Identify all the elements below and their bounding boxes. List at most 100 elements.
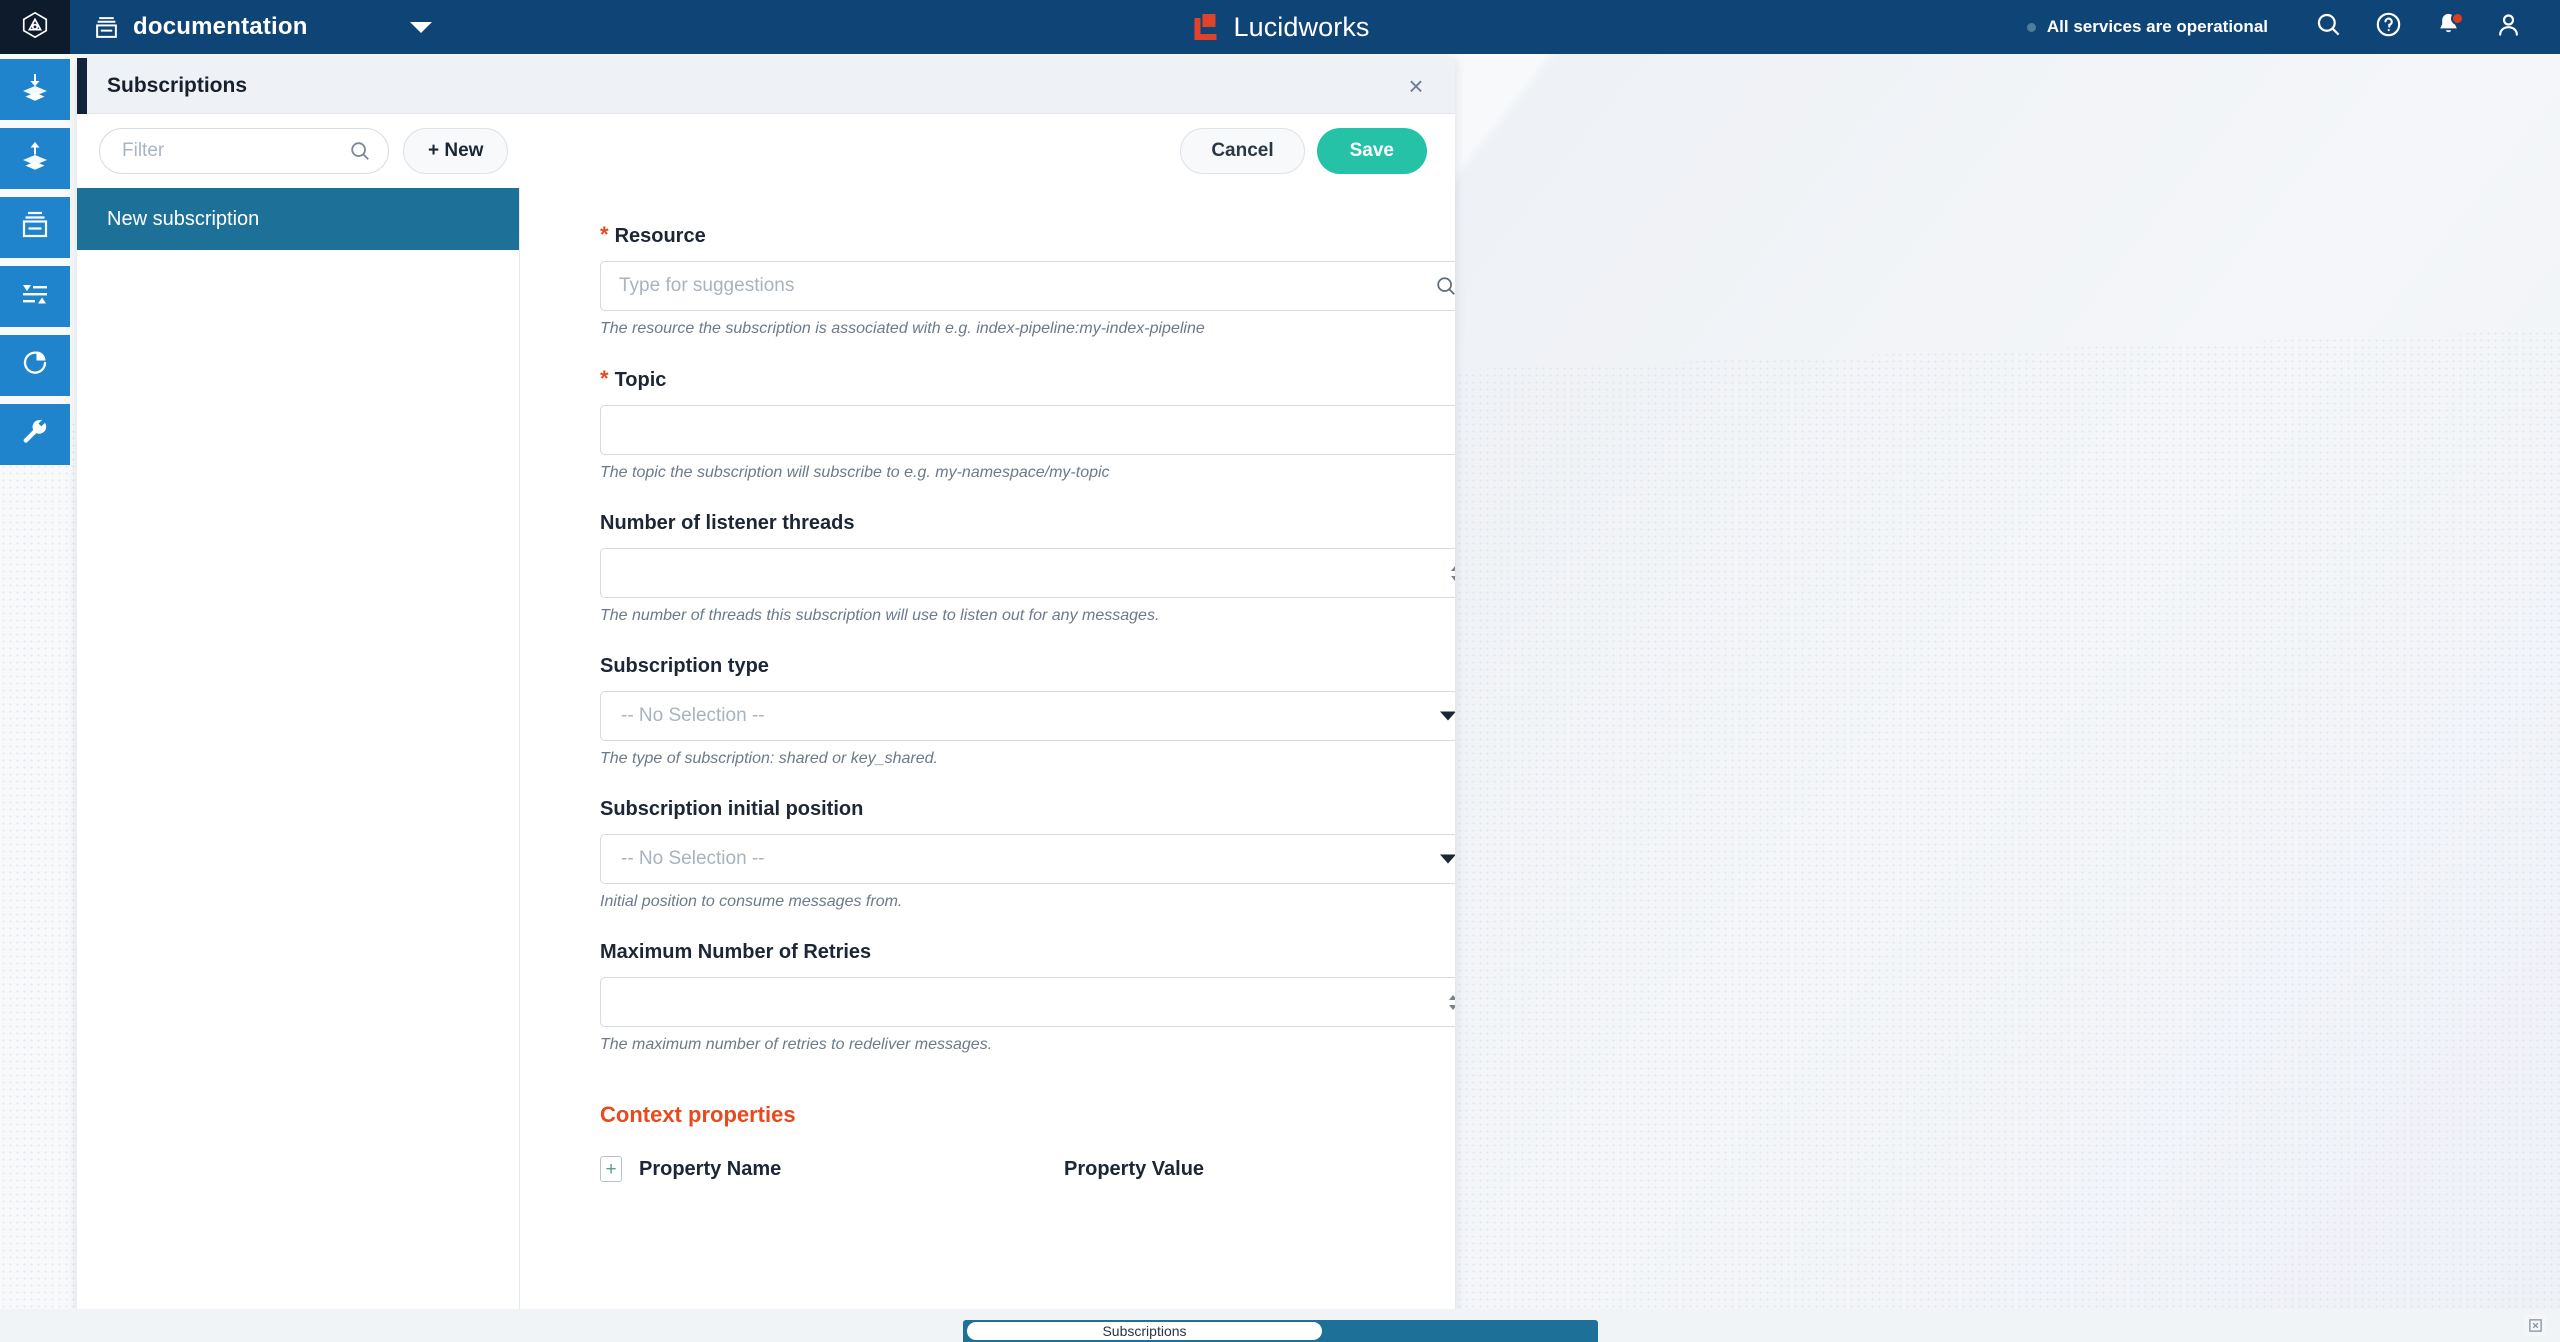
topic-input[interactable]	[600, 405, 1455, 455]
field-initial-position-help: Initial position to consume messages fro…	[600, 893, 903, 910]
field-label-text: Topic	[614, 369, 667, 391]
notifications-button[interactable]	[2418, 0, 2478, 54]
field-topic-label: * Topic	[600, 368, 1455, 392]
field-topic: * Topic The topic the subscription will …	[600, 368, 1455, 482]
system-tools-icon	[19, 416, 51, 453]
left-nav-rail	[0, 54, 70, 1342]
filter-input[interactable]	[99, 128, 389, 174]
panel-toolbar-actions: Cancel Save	[1180, 128, 1427, 174]
initial-position-select-wrap: -- No Selection --	[600, 834, 1455, 884]
taskbar: Subscriptions	[0, 1309, 2560, 1342]
taskbar-item-subscriptions[interactable]: Subscriptions	[967, 1322, 1322, 1340]
panel-toolbar: + New Cancel Save	[77, 114, 1455, 188]
panel-body: New subscription * Resource Type for sug…	[77, 188, 1455, 1311]
field-label-text: Subscription type	[600, 655, 769, 677]
initial-position-select[interactable]: -- No Selection --	[600, 834, 1455, 884]
topic-input-wrap	[600, 405, 1455, 455]
indexing-icon	[19, 71, 51, 108]
field-resource-label: * Resource	[600, 224, 1455, 248]
required-marker: *	[600, 366, 609, 391]
brand-name: Lucidworks	[1233, 11, 1370, 42]
field-initial-position: Subscription initial position -- No Sele…	[600, 798, 1455, 911]
status-text: All services are operational	[2046, 17, 2268, 36]
fusion-logo-tile[interactable]	[0, 0, 70, 54]
context-properties-header: + Property Name Property Value	[600, 1156, 1455, 1182]
notification-badge-icon	[2451, 12, 2464, 25]
field-resource-help: The resource the subscription is associa…	[600, 320, 1205, 337]
top-header-actions: All services are operational	[2026, 0, 2560, 54]
sidebar-item-relevance[interactable]	[0, 266, 70, 327]
status-dot-icon	[2026, 22, 2036, 32]
sidebar-item-querying[interactable]	[0, 128, 70, 189]
field-label-text: Number of listener threads	[600, 512, 855, 534]
top-header-bar: documentation Lucidworks All services ar…	[0, 0, 2560, 54]
service-status: All services are operational	[2026, 17, 2268, 37]
field-initial-position-label: Subscription initial position	[600, 798, 1455, 821]
help-icon	[2375, 11, 2402, 43]
listener-threads-input-wrap	[600, 548, 1455, 598]
context-properties-title: Context properties	[600, 1102, 796, 1127]
field-listener-threads: Number of listener threads The number of…	[600, 512, 1455, 625]
taskbar-window-strip: Subscriptions	[963, 1320, 1598, 1342]
subscriptions-panel: Subscriptions × + New Cancel Save New su…	[77, 58, 1455, 1311]
analytics-icon	[19, 347, 51, 384]
resource-input[interactable]	[600, 261, 1455, 311]
field-listener-threads-help: The number of threads this subscription …	[600, 607, 1160, 624]
listener-threads-input[interactable]	[600, 548, 1455, 598]
number-stepper-icon[interactable]	[1447, 989, 1455, 1015]
relevance-icon	[19, 278, 51, 315]
field-subscription-type-help: The type of subscription: shared or key_…	[600, 750, 938, 767]
field-resource: * Resource The resource the subscription…	[600, 224, 1455, 338]
lucidworks-mark-icon	[1190, 12, 1220, 42]
app-switcher[interactable]: documentation	[70, 0, 450, 54]
resource-input-wrap	[600, 261, 1455, 311]
field-listener-threads-label: Number of listener threads	[600, 512, 1455, 535]
panel-accent-bar	[77, 58, 87, 114]
field-label-text: Subscription initial position	[600, 798, 864, 820]
page-title: Subscriptions	[107, 73, 248, 97]
brand-logo: Lucidworks	[1190, 0, 1369, 54]
column-header-property-name: Property Name	[639, 1157, 782, 1180]
subscription-type-select[interactable]: -- No Selection --	[600, 691, 1455, 741]
sidebar-item-indexing[interactable]	[0, 59, 70, 120]
list-item[interactable]: New subscription	[77, 188, 519, 250]
help-button[interactable]	[2358, 0, 2418, 54]
field-label-text: Maximum Number of Retries	[600, 941, 872, 963]
account-button[interactable]	[2478, 0, 2538, 54]
add-property-icon[interactable]: +	[600, 1156, 622, 1182]
field-label-text: Resource	[614, 225, 706, 247]
fusion-hexagon-logo-icon	[20, 10, 50, 45]
field-max-retries-help: The maximum number of retries to redeliv…	[600, 1036, 993, 1053]
field-topic-help: The topic the subscription will subscrib…	[600, 464, 1110, 481]
field-max-retries: Maximum Number of Retries The maximum nu…	[600, 941, 1455, 1054]
querying-icon	[19, 140, 51, 177]
new-subscription-button[interactable]: + New	[403, 128, 509, 174]
field-subscription-type: Subscription type -- No Selection -- The…	[600, 655, 1455, 768]
column-header-property-value: Property Value	[1064, 1157, 1205, 1180]
collection-box-icon	[94, 15, 119, 40]
max-retries-input[interactable]	[600, 977, 1455, 1027]
chevron-down-icon	[410, 21, 432, 33]
subscription-form: * Resource The resource the subscription…	[520, 188, 1455, 1311]
subscription-type-select-wrap: -- No Selection --	[600, 691, 1455, 741]
filter-field-wrap	[99, 128, 389, 174]
field-subscription-type-label: Subscription type	[600, 655, 1455, 678]
search-icon	[2315, 11, 2342, 43]
panel-title-bar: Subscriptions ×	[77, 58, 1455, 114]
collections-icon	[19, 209, 51, 246]
search-button[interactable]	[2298, 0, 2358, 54]
sidebar-item-analytics[interactable]	[0, 335, 70, 396]
field-max-retries-label: Maximum Number of Retries	[600, 941, 1455, 964]
app-switcher-label: documentation	[133, 13, 308, 40]
number-stepper-icon[interactable]	[1449, 560, 1455, 586]
required-marker: *	[600, 222, 609, 247]
subscriptions-list: New subscription	[77, 188, 520, 1311]
cancel-button[interactable]: Cancel	[1180, 128, 1305, 174]
show-desktop-icon[interactable]	[2524, 1314, 2546, 1336]
max-retries-input-wrap	[600, 977, 1455, 1027]
sidebar-item-collections[interactable]	[0, 197, 70, 258]
save-button[interactable]: Save	[1316, 128, 1427, 174]
user-account-icon	[2495, 11, 2522, 43]
close-icon[interactable]: ×	[1399, 69, 1433, 103]
sidebar-item-system[interactable]	[0, 404, 70, 465]
